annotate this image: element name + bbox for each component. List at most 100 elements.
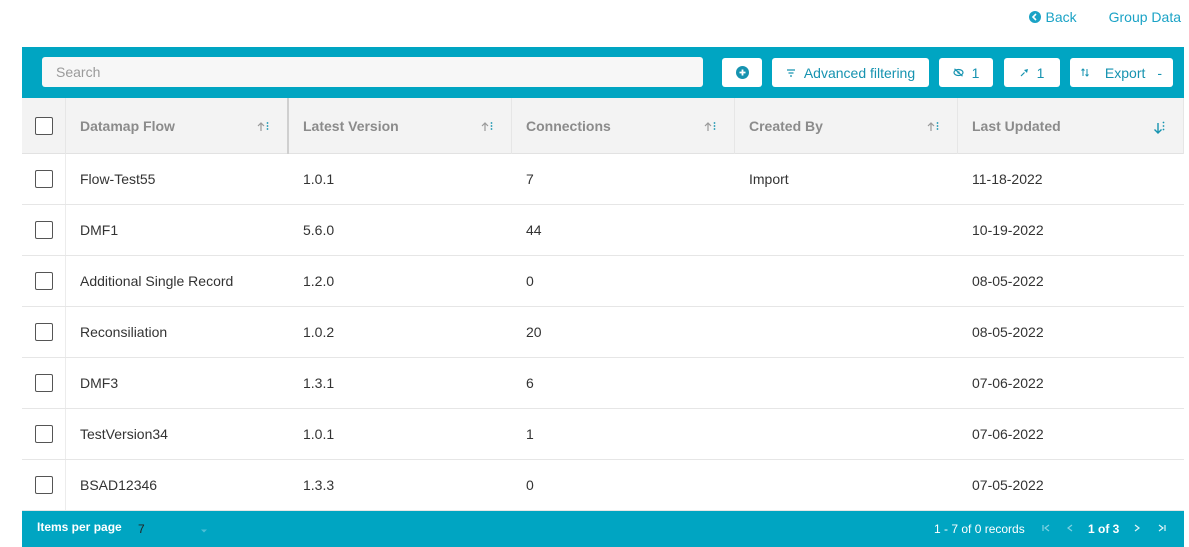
column-header-latest-version[interactable]: Latest Version <box>289 98 512 154</box>
row-checkbox[interactable] <box>34 272 53 290</box>
back-circle-icon <box>1028 11 1041 23</box>
items-per-page-select[interactable]: 7 <box>138 522 145 536</box>
sort-asc-icon[interactable] <box>927 121 939 132</box>
records-count: 1 - 7 of 0 records <box>934 522 1025 536</box>
sort-asc-icon[interactable] <box>257 121 269 132</box>
row-select-cell <box>22 205 66 255</box>
row-checkbox[interactable] <box>34 221 53 239</box>
cell-created-by <box>735 409 958 459</box>
cell-datamap-flow: Additional Single Record <box>80 273 234 289</box>
row-select-cell <box>22 256 66 306</box>
pinned-columns-button[interactable]: 1 <box>1004 58 1060 87</box>
cell-created-by: Import <box>749 171 789 187</box>
row-select-cell <box>22 307 66 357</box>
cell-latest-version: 1.3.1 <box>303 375 335 391</box>
hidden-columns-button[interactable]: 1 <box>939 58 993 87</box>
column-header-label: Latest Version <box>303 118 399 134</box>
filter-icon <box>786 68 796 77</box>
export-label: Export <box>1104 64 1146 81</box>
cell-last-updated: 08-05-2022 <box>972 324 1044 340</box>
chevron-down-icon[interactable] <box>200 523 208 537</box>
hidden-columns-count: 1 <box>971 64 980 81</box>
column-header-label: Last Updated <box>972 118 1061 134</box>
cell-last-updated: 11-18-2022 <box>972 171 1043 187</box>
table-row[interactable]: DMF3 1.3.1 6 07-06-2022 <box>22 358 1184 409</box>
table-row[interactable]: Reconsiliation 1.0.2 20 08-05-2022 <box>22 307 1184 358</box>
row-checkbox[interactable] <box>34 374 53 392</box>
select-all-checkbox[interactable] <box>34 117 53 135</box>
export-button[interactable]: Export - <box>1070 58 1173 87</box>
cell-connections: 7 <box>526 171 534 187</box>
row-select-cell <box>22 409 66 459</box>
advanced-filtering-button[interactable]: Advanced filtering <box>772 58 929 87</box>
cell-latest-version: 1.2.0 <box>303 273 335 289</box>
cell-connections: 6 <box>526 375 534 391</box>
group-data-link[interactable]: Group Data <box>1109 9 1181 25</box>
items-per-page-label: Items per page <box>37 520 122 534</box>
first-page-icon[interactable] <box>1034 523 1058 535</box>
datamap-table: Datamap Flow Latest Version Connections Cre… <box>22 98 1184 511</box>
search-input[interactable] <box>42 57 703 87</box>
row-select-cell <box>22 358 66 408</box>
cell-datamap-flow: DMF1 <box>80 222 119 238</box>
cell-connections: 44 <box>526 222 542 238</box>
data-panel: Advanced filtering 1 1 Export - <box>22 47 1184 547</box>
export-icon <box>1081 68 1089 77</box>
column-header-label: Created By <box>749 118 823 134</box>
sort-asc-icon[interactable] <box>704 121 716 132</box>
cell-latest-version: 5.6.0 <box>303 222 335 238</box>
column-header-connections[interactable]: Connections <box>512 98 735 154</box>
table-header: Datamap Flow Latest Version Connections Cre… <box>22 98 1184 154</box>
toolbar: Advanced filtering 1 1 Export - <box>22 47 1184 98</box>
prev-page-icon[interactable] <box>1058 523 1082 535</box>
table-row[interactable]: DMF1 5.6.0 44 10-19-2022 <box>22 205 1184 256</box>
sort-desc-icon[interactable] <box>1153 121 1165 134</box>
cell-datamap-flow: TestVersion34 <box>80 426 168 442</box>
table-row[interactable]: Additional Single Record 1.2.0 0 08-05-2022 <box>22 256 1184 307</box>
table-row[interactable]: TestVersion34 1.0.1 1 07-06-2022 <box>22 409 1184 460</box>
row-checkbox[interactable] <box>34 425 53 443</box>
top-nav: Back Group Data <box>1028 8 1181 26</box>
advanced-filtering-label: Advanced filtering <box>803 64 916 81</box>
select-all-cell <box>22 98 66 154</box>
row-checkbox[interactable] <box>34 170 53 188</box>
column-header-created-by[interactable]: Created By <box>735 98 958 154</box>
back-link-label: Back <box>1045 9 1077 25</box>
cell-created-by <box>735 256 958 306</box>
row-select-cell <box>22 154 66 204</box>
table-footer: Items per page 7 1 - 7 of 0 records 1 of… <box>22 511 1184 547</box>
plus-circle-icon <box>735 66 749 79</box>
cell-latest-version: 1.0.2 <box>303 324 335 340</box>
pin-icon <box>1020 68 1029 77</box>
column-header-last-updated[interactable]: Last Updated <box>958 98 1184 154</box>
cell-datamap-flow: BSAD12346 <box>80 477 158 493</box>
cell-connections: 1 <box>526 426 534 442</box>
last-page-icon[interactable] <box>1149 523 1173 535</box>
cell-datamap-flow: Flow-Test55 <box>80 171 156 187</box>
add-button[interactable] <box>722 58 762 87</box>
page-indicator: 1 of 3 <box>1088 522 1120 536</box>
table-row[interactable]: Flow-Test55 1.0.1 7 Import 11-18-2022 <box>22 154 1184 205</box>
cell-datamap-flow: Reconsiliation <box>80 324 168 340</box>
cell-datamap-flow: DMF3 <box>80 375 119 391</box>
row-select-cell <box>22 460 66 510</box>
table-row[interactable]: BSAD12346 1.3.3 0 07-05-2022 <box>22 460 1184 511</box>
pager: 1 of 3 <box>1034 522 1173 536</box>
next-page-icon[interactable] <box>1125 523 1149 535</box>
cell-last-updated: 10-19-2022 <box>972 222 1044 238</box>
export-suffix: - <box>1157 64 1163 81</box>
row-checkbox[interactable] <box>34 323 53 341</box>
pinned-columns-count: 1 <box>1036 64 1045 81</box>
row-checkbox[interactable] <box>34 476 53 494</box>
eye-slash-icon <box>952 68 964 77</box>
sort-asc-icon[interactable] <box>481 121 493 132</box>
cell-created-by <box>735 205 958 255</box>
cell-created-by <box>735 307 958 357</box>
column-header-datamap-flow[interactable]: Datamap Flow <box>66 98 289 154</box>
cell-last-updated: 08-05-2022 <box>972 273 1044 289</box>
cell-last-updated: 07-06-2022 <box>972 426 1044 442</box>
cell-connections: 20 <box>526 324 542 340</box>
cell-last-updated: 07-06-2022 <box>972 375 1044 391</box>
back-link[interactable]: Back <box>1028 9 1077 25</box>
cell-connections: 0 <box>526 477 534 493</box>
